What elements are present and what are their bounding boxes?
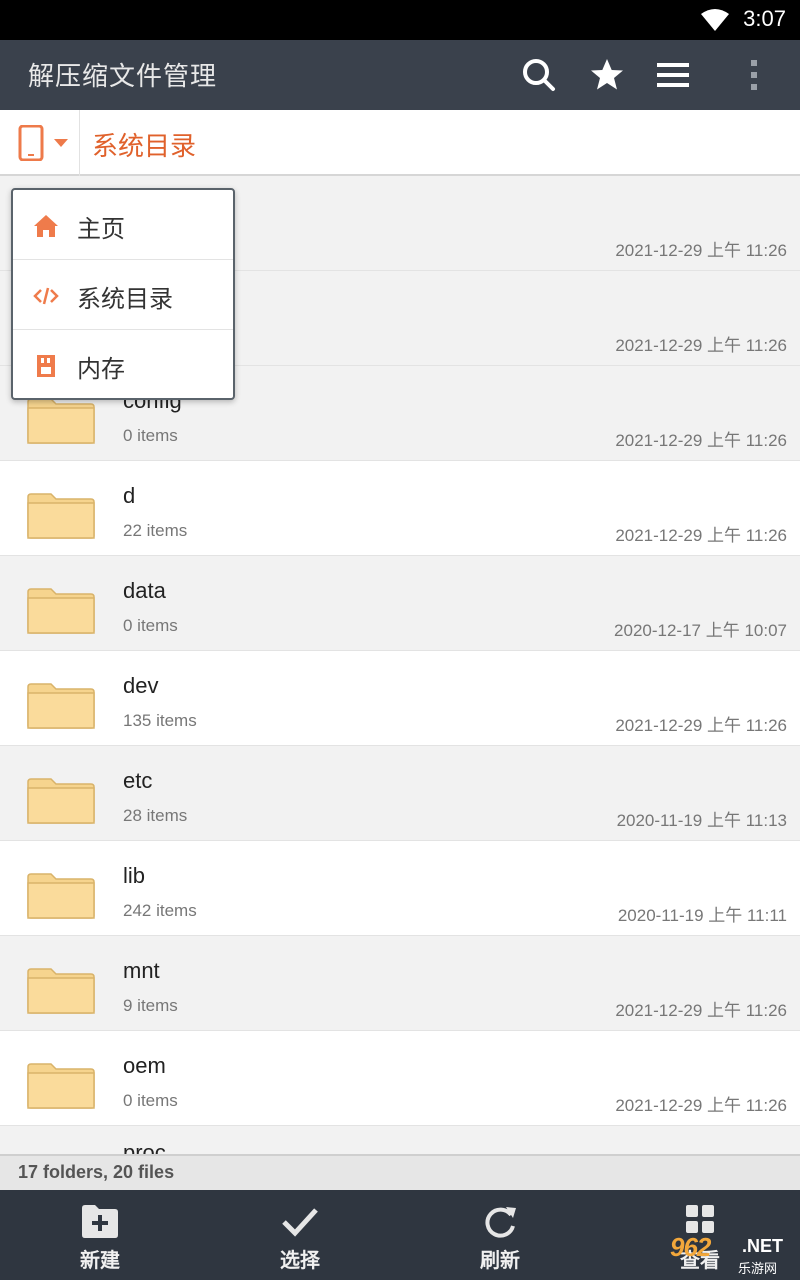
file-name: etc <box>123 768 153 793</box>
summary-text: 17 folders, 20 files <box>18 1162 175 1182</box>
watermark-logo: 962 .NET 乐游网 <box>668 1232 794 1277</box>
list-item[interactable]: data 0 items 2020-12-17 上午 10:07 <box>0 556 800 651</box>
dropdown-item-label: 系统目录 <box>77 285 173 313</box>
watermark-suffix: .NET <box>742 1236 784 1256</box>
list-item[interactable]: oem 0 items 2021-12-29 上午 11:26 <box>0 1031 800 1126</box>
list-item[interactable]: etc 28 items 2020-11-19 上午 11:13 <box>0 746 800 841</box>
file-name: oem <box>123 1053 166 1078</box>
list-item[interactable]: lib 242 items 2020-11-19 上午 11:11 <box>0 841 800 936</box>
file-date: 2021-12-29 上午 11:26 <box>615 526 787 545</box>
file-date: 2021-12-29 上午 11:26 <box>615 1096 787 1115</box>
refresh-label: 刷新 <box>480 1248 520 1272</box>
status-bar: 3:07 <box>0 0 800 40</box>
file-name: data <box>123 578 166 603</box>
app-title: 解压缩文件管理 <box>28 62 218 92</box>
dropdown-item-label: 内存 <box>77 355 125 383</box>
new-folder-icon <box>82 1205 118 1238</box>
file-date: 2021-12-29 上午 11:26 <box>615 241 787 260</box>
app-bar: 解压缩文件管理 <box>0 40 800 110</box>
menu-lines-icon <box>657 63 689 87</box>
folder-icon <box>27 588 95 634</box>
folder-icon <box>27 873 95 919</box>
file-date: 2020-11-19 上午 11:11 <box>617 906 787 925</box>
folder-icon <box>27 683 95 729</box>
file-name: d <box>123 483 136 508</box>
code-icon <box>33 287 59 305</box>
search-icon <box>523 59 555 91</box>
file-name: proc <box>123 1140 166 1154</box>
file-date: 2021-12-29 上午 11:26 <box>615 336 787 355</box>
home-icon <box>34 215 58 237</box>
file-name: mnt <box>123 958 160 983</box>
file-date: 2021-12-29 上午 11:26 <box>615 431 787 450</box>
overflow-menu-button[interactable] <box>734 55 774 95</box>
favorites-button[interactable] <box>587 55 627 95</box>
refresh-icon <box>485 1207 516 1238</box>
summary-bar: 17 folders, 20 files <box>0 1154 800 1190</box>
list-item[interactable]: dev 135 items 2021-12-29 上午 11:26 <box>0 651 800 746</box>
sd-card-icon <box>37 355 55 377</box>
phone-icon <box>18 125 68 161</box>
dropdown-item-system[interactable]: 系统目录 <box>13 260 233 330</box>
watermark-number: 962 <box>670 1232 711 1262</box>
overflow-dots-icon <box>751 60 757 90</box>
storage-selector[interactable] <box>0 110 80 176</box>
refresh-button[interactable]: 刷新 <box>400 1190 600 1280</box>
status-time: 3:07 <box>743 6 786 31</box>
sort-button[interactable] <box>653 55 693 95</box>
search-button[interactable] <box>519 55 559 95</box>
file-name: lib <box>123 863 146 888</box>
file-count: 0 items <box>123 616 178 635</box>
file-count: 0 items <box>123 1091 178 1110</box>
list-item[interactable]: mnt 9 items 2021-12-29 上午 11:26 <box>0 936 800 1031</box>
file-count: 22 items <box>123 521 188 540</box>
storage-dropdown: 主页 系统目录 内存 <box>11 188 235 400</box>
file-date: 2020-11-19 上午 11:13 <box>616 811 787 830</box>
select-button[interactable]: 选择 <box>200 1190 400 1280</box>
file-count: 135 items <box>123 711 197 730</box>
list-item[interactable]: d 22 items 2021-12-29 上午 11:26 <box>0 461 800 556</box>
dropdown-item-home[interactable]: 主页 <box>13 190 233 260</box>
list-item[interactable]: proc <box>0 1126 800 1154</box>
folder-icon <box>27 493 95 539</box>
watermark-text: 乐游网 <box>738 1262 778 1277</box>
folder-icon <box>27 398 95 444</box>
file-count: 9 items <box>123 996 178 1015</box>
file-count: 28 items <box>123 806 188 825</box>
new-label: 新建 <box>80 1248 120 1272</box>
file-count: 0 items <box>123 426 178 445</box>
folder-icon <box>27 968 95 1014</box>
select-label: 选择 <box>280 1248 320 1272</box>
check-icon <box>282 1208 318 1237</box>
file-date: 2021-12-29 上午 11:26 <box>615 1001 787 1020</box>
file-name: dev <box>123 673 159 698</box>
folder-icon <box>27 778 95 824</box>
folder-icon <box>27 1063 95 1109</box>
dropdown-item-storage[interactable]: 内存 <box>13 330 233 400</box>
file-date: 2020-12-17 上午 10:07 <box>614 621 787 640</box>
new-button[interactable]: 新建 <box>0 1190 200 1280</box>
file-count: 242 items <box>123 901 197 920</box>
file-date: 2021-12-29 上午 11:26 <box>615 716 787 735</box>
wifi-icon <box>701 9 729 31</box>
star-icon <box>591 59 623 90</box>
path-bar: 系统目录 <box>0 110 800 176</box>
dropdown-item-label: 主页 <box>77 215 125 243</box>
current-path[interactable]: 系统目录 <box>92 126 196 163</box>
